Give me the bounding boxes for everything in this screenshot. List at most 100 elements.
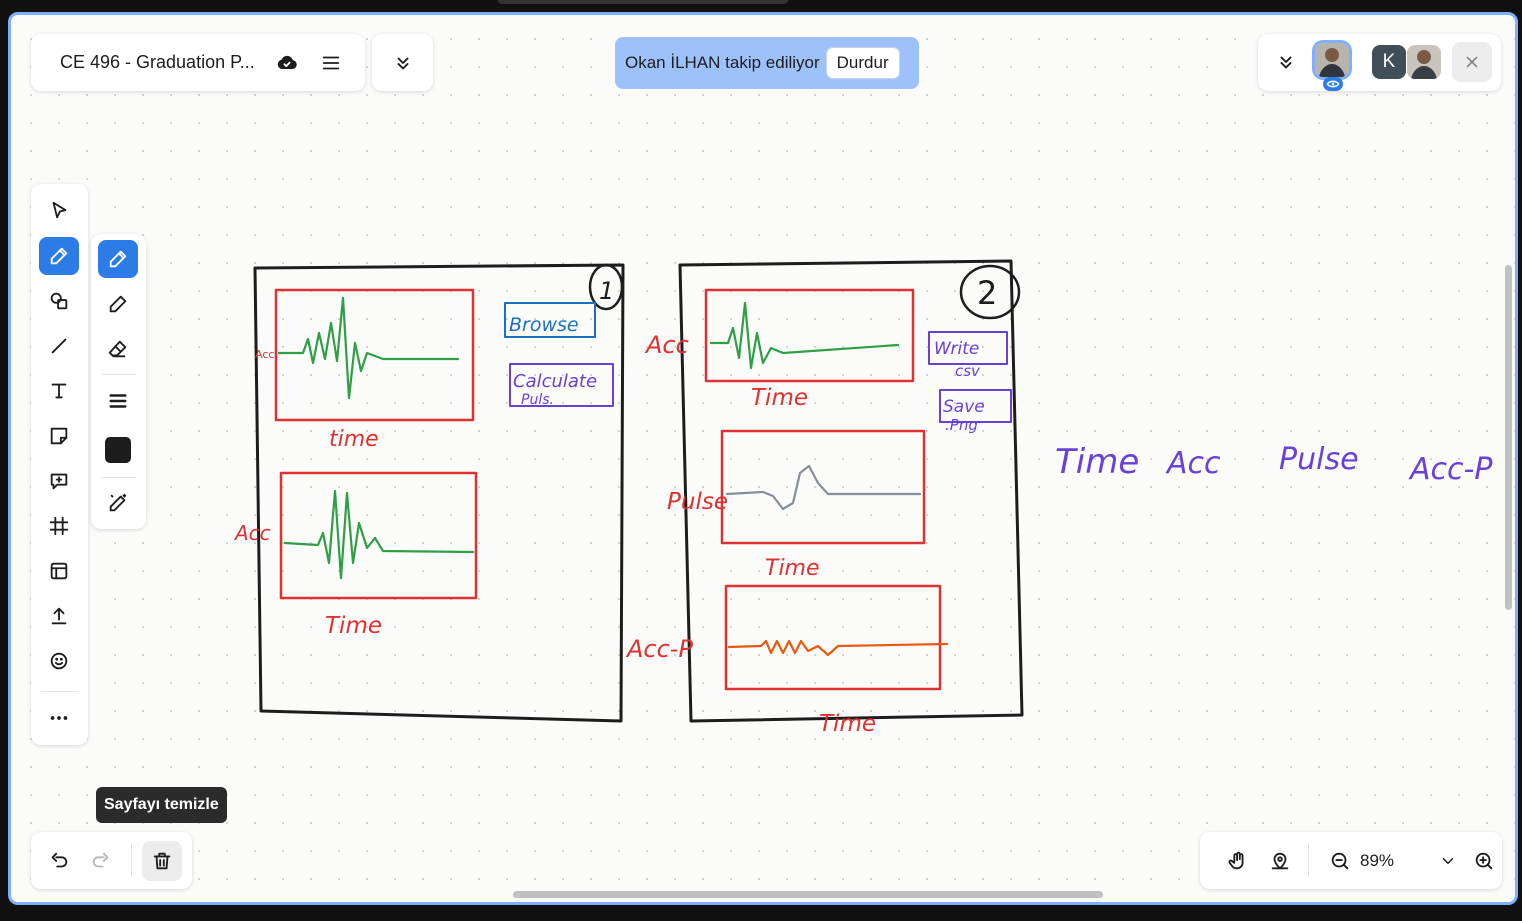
sticky-note-icon	[50, 427, 68, 445]
column-label-acc-p: Acc-P	[1408, 452, 1493, 487]
draw-tool-button[interactable]	[39, 237, 79, 275]
draw-icon	[50, 247, 68, 265]
emoji-tool-button[interactable]	[39, 642, 79, 680]
template-tool-button[interactable]	[39, 552, 79, 590]
horizontal-scrollbar[interactable]	[513, 891, 1103, 898]
cloud-saved-icon[interactable]	[265, 43, 309, 83]
zoom-dropdown[interactable]	[1428, 841, 1468, 881]
frame-1-chart-2-signal	[283, 489, 475, 580]
eraser-icon	[108, 340, 127, 358]
follow-banner: Okan İLHAN takip ediliyor Durdur	[615, 37, 919, 89]
frame-2-chart-2-signal	[725, 464, 922, 511]
undo-button[interactable]	[39, 841, 79, 881]
stroke-width-icon	[109, 394, 127, 408]
follow-status-text: Okan İLHAN takip ediliyor	[625, 53, 820, 72]
line-tool-button[interactable]	[39, 327, 79, 365]
subbar-divider	[101, 374, 136, 375]
frame-2-button-save-label-2: .Png	[945, 416, 978, 434]
chevrons-down-icon	[1280, 56, 1292, 69]
frame-2-chart-3-ylabel: Acc-P	[625, 635, 693, 663]
history-divider	[131, 844, 132, 876]
chevrons-down-icon	[397, 57, 408, 69]
frame-1-number: 1	[599, 277, 614, 305]
zoom-out-icon	[1331, 852, 1349, 870]
map-pin-icon	[1271, 852, 1289, 870]
more-icon	[50, 716, 68, 720]
vertical-scrollbar[interactable]	[1505, 265, 1512, 610]
stroke-width-button[interactable]	[98, 382, 138, 420]
frame-1-chart-1-xlabel: time	[329, 427, 379, 452]
more-tools-button[interactable]	[39, 699, 79, 737]
clear-page-button[interactable]	[142, 841, 182, 881]
frame-1-button-calculate-label-1: Calculate	[513, 371, 597, 392]
frame-2-chart-1-ylabel: Acc	[644, 331, 689, 359]
frame-1-chart-1-signal	[277, 296, 460, 400]
trash-icon	[153, 852, 171, 870]
collapse-collaborators-button[interactable]	[1266, 42, 1306, 82]
frame-1-chart-1-ylabel: Acc	[255, 348, 274, 361]
frame-1-button-calculate-box	[509, 363, 614, 407]
template-icon	[50, 562, 68, 580]
comment-tool-button[interactable]	[39, 462, 79, 500]
frame-1-button-browse-box	[504, 302, 596, 338]
column-label-acc: Acc	[1165, 446, 1221, 481]
frame-2-chart-1-signal	[709, 301, 900, 370]
eye-icon	[1323, 77, 1343, 91]
whiteboard-canvas[interactable]: 1 Acc time Acc Time Browse Calculate Pul…	[8, 12, 1518, 905]
select-tool-button[interactable]	[39, 192, 79, 230]
pencil-option-button[interactable]	[98, 285, 138, 323]
avatar-followed-user[interactable]	[1315, 43, 1349, 77]
frame-2-button-write-label-1: Write	[934, 339, 979, 359]
pencil-icon	[109, 295, 127, 313]
sticky-note-tool-button[interactable]	[39, 417, 79, 455]
redo-button[interactable]	[81, 841, 121, 881]
frame-2-button-write-box	[928, 331, 1008, 365]
frame-2-button-save-label-1: Save	[943, 397, 985, 417]
collaborators-card: K	[1258, 34, 1501, 91]
pen-option-button[interactable]	[98, 240, 138, 278]
stop-following-button[interactable]: Durdur	[826, 48, 899, 78]
frame-2-chart-1-xlabel: Time	[751, 385, 808, 411]
frame-1-number-circle	[588, 263, 624, 311]
frame-tool-button[interactable]	[39, 507, 79, 545]
upload-tool-button[interactable]	[39, 597, 79, 635]
text-tool-button[interactable]	[39, 372, 79, 410]
zoom-out-button[interactable]	[1320, 841, 1360, 881]
select-icon	[52, 201, 67, 219]
frame-1-chart-2-box	[279, 471, 478, 600]
magic-wand-icon	[109, 493, 127, 512]
zoom-divider	[1308, 844, 1309, 876]
toolbar-divider	[41, 691, 78, 692]
avatar-k[interactable]: K	[1372, 45, 1406, 79]
frame-1-button-browse-label: Browse	[509, 314, 579, 336]
eraser-option-button[interactable]	[98, 330, 138, 368]
color-swatch[interactable]	[105, 437, 131, 463]
shapes-tool-button[interactable]	[39, 282, 79, 320]
document-title[interactable]: CE 496 - Graduation P...	[60, 52, 265, 73]
clear-page-tooltip: Sayfayı temizle	[96, 787, 227, 823]
hand-icon	[1228, 851, 1244, 870]
expand-toolbar-button[interactable]	[372, 34, 433, 91]
frame-1-button-calculate-label-2: Puls.	[521, 392, 554, 408]
navigate-button[interactable]	[1260, 841, 1300, 881]
window-notch	[498, 0, 788, 4]
hand-tool-button[interactable]	[1218, 841, 1258, 881]
magic-pen-button[interactable]	[98, 484, 138, 522]
frame-2-number-circle	[959, 264, 1021, 320]
history-card	[31, 832, 192, 889]
shapes-icon	[50, 292, 68, 310]
frame-2-chart-2-xlabel: Time	[765, 556, 820, 581]
frame-2-outline	[678, 259, 1024, 723]
undo-icon	[51, 852, 68, 868]
frame-1-chart-1-box	[274, 288, 475, 422]
close-button[interactable]	[1452, 42, 1492, 82]
chevron-down-icon	[1442, 858, 1454, 864]
zoom-level: 89%	[1360, 850, 1395, 870]
comment-icon	[50, 473, 68, 490]
avatar-user[interactable]	[1407, 45, 1441, 79]
menu-icon[interactable]	[309, 43, 353, 83]
subbar-divider	[101, 477, 136, 478]
column-label-time: Time	[1055, 442, 1139, 482]
zoom-in-button[interactable]	[1464, 841, 1504, 881]
frame-2-button-save-box	[939, 389, 1012, 423]
